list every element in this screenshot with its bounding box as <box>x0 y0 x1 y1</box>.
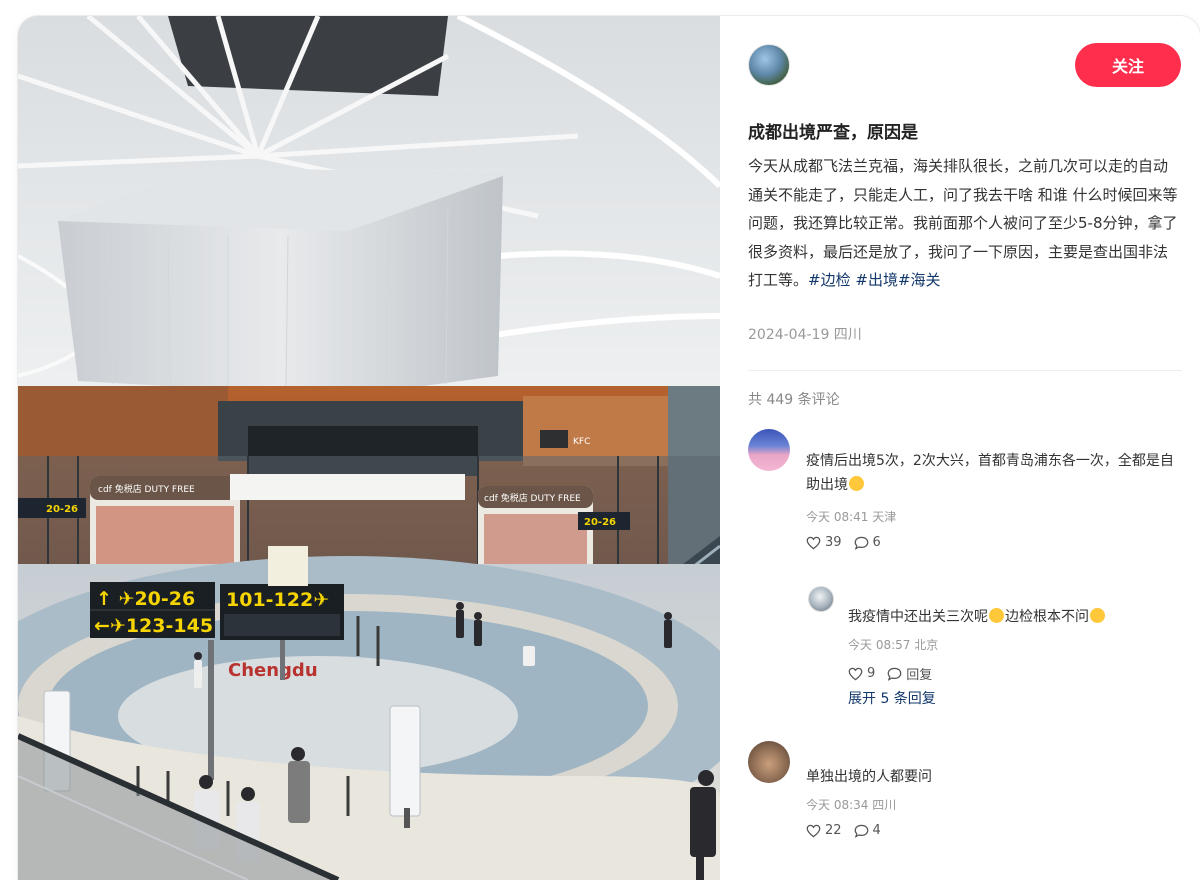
like-button[interactable]: 9 <box>848 664 875 683</box>
comment-count: 共 449 条评论 <box>748 392 840 408</box>
comment-meta: 今天 08:41 天津 <box>806 510 897 524</box>
comment-item: 单独出境的人都要问 今天 08:34 四川 22 4 <box>748 741 1188 851</box>
replier-avatar[interactable] <box>808 586 834 612</box>
gate-sign-20-26: ↑ ✈20-26 <box>96 588 195 610</box>
comment-bubble-icon <box>854 536 868 550</box>
post-body: 今天从成都飞法兰克福，海关排队很长，之前几次可以走的自动通关不能走了，只能走人工… <box>748 152 1182 295</box>
like-button[interactable]: 22 <box>806 823 842 838</box>
reply-meta: 今天 08:57 北京 <box>848 638 939 652</box>
comment-meta: 今天 08:34 四川 <box>806 798 897 812</box>
airport-terminal-photo: KFC cdf 免税店 DUTY FREE cdf 免税店 DUTY FREE … <box>18 16 720 880</box>
reply-actions: 9 回复 <box>848 664 932 683</box>
comment-text: 疫情后出境5次，2次大兴，首都青岛浦东各一次，全都是自助出境 <box>806 449 1184 497</box>
tag-link-haiguan[interactable]: #海关 <box>898 271 941 289</box>
post-body-text: 今天从成都飞法兰克福，海关排队很长，之前几次可以走的自动通关不能走了，只能走人工… <box>748 157 1178 289</box>
tag-link-bianjian[interactable]: #边检 <box>808 271 851 289</box>
reply-count: 6 <box>872 535 881 550</box>
heart-icon <box>806 824 821 837</box>
like-count: 22 <box>825 823 842 838</box>
post-detail-card: KFC cdf 免税店 DUTY FREE cdf 免税店 DUTY FREE … <box>18 16 1200 880</box>
like-button[interactable]: 39 <box>806 535 842 550</box>
heart-icon <box>806 536 821 549</box>
reply-item: 我疫情中还出关三次呢 边检根本不问 今天 08:57 北京 9 回复 <box>808 586 1178 686</box>
small-gate-sign-right: 20-26 <box>584 517 616 528</box>
commenter-avatar[interactable] <box>748 429 790 471</box>
emoji-icon <box>849 476 864 491</box>
section-divider <box>748 370 1182 371</box>
post-photo[interactable]: KFC cdf 免税店 DUTY FREE cdf 免税店 DUTY FREE … <box>18 16 720 880</box>
reply-button[interactable]: 回复 <box>887 664 932 683</box>
kfc-sign: KFC <box>573 437 590 447</box>
comment-bubble-icon <box>854 824 868 838</box>
reply-button[interactable]: 6 <box>854 535 881 550</box>
small-gate-sign-left: 20-26 <box>46 504 78 515</box>
author-avatar[interactable] <box>748 44 790 86</box>
post-content-panel: 关注 成都出境严查，原因是 今天从成都飞法兰克福，海关排队很长，之前几次可以走的… <box>720 16 1200 880</box>
like-count: 9 <box>867 666 876 681</box>
duty-free-left-sign: cdf 免税店 DUTY FREE <box>98 483 195 495</box>
comment-bubble-icon <box>887 667 902 681</box>
reply-button[interactable]: 4 <box>854 823 881 838</box>
duty-free-right-sign: cdf 免税店 DUTY FREE <box>484 492 581 504</box>
floor-logo-text: Chengdu <box>228 660 318 681</box>
post-date-location: 2024-04-19 四川 <box>748 327 862 343</box>
expand-replies-link[interactable]: 展开 5 条回复 <box>848 688 936 708</box>
comment-text: 单独出境的人都要问 <box>806 769 932 785</box>
reply-text: 我疫情中还出关三次呢 边检根本不问 <box>848 606 1178 626</box>
commenter-avatar[interactable] <box>748 741 790 783</box>
tag-link-chujing[interactable]: #出境 <box>855 271 898 289</box>
follow-button[interactable]: 关注 <box>1075 43 1181 87</box>
gate-sign-101-122: 101-122✈ <box>226 589 329 611</box>
laughing-emoji-icon <box>989 608 1004 623</box>
comment-actions: 22 4 <box>806 823 881 838</box>
comment-actions: 39 6 <box>806 535 881 550</box>
post-title: 成都出境严查，原因是 <box>748 123 918 143</box>
reply-text-part-a: 我疫情中还出关三次呢 <box>848 609 988 625</box>
reply-count: 4 <box>872 823 881 838</box>
reply-text-part-b: 边检根本不问 <box>1005 609 1089 625</box>
reply-label: 回复 <box>906 668 933 683</box>
gate-sign-123-145: ←✈123-145 <box>94 615 213 637</box>
like-count: 39 <box>825 535 842 550</box>
heart-icon <box>848 667 863 680</box>
laughing-emoji-icon <box>1090 608 1105 623</box>
